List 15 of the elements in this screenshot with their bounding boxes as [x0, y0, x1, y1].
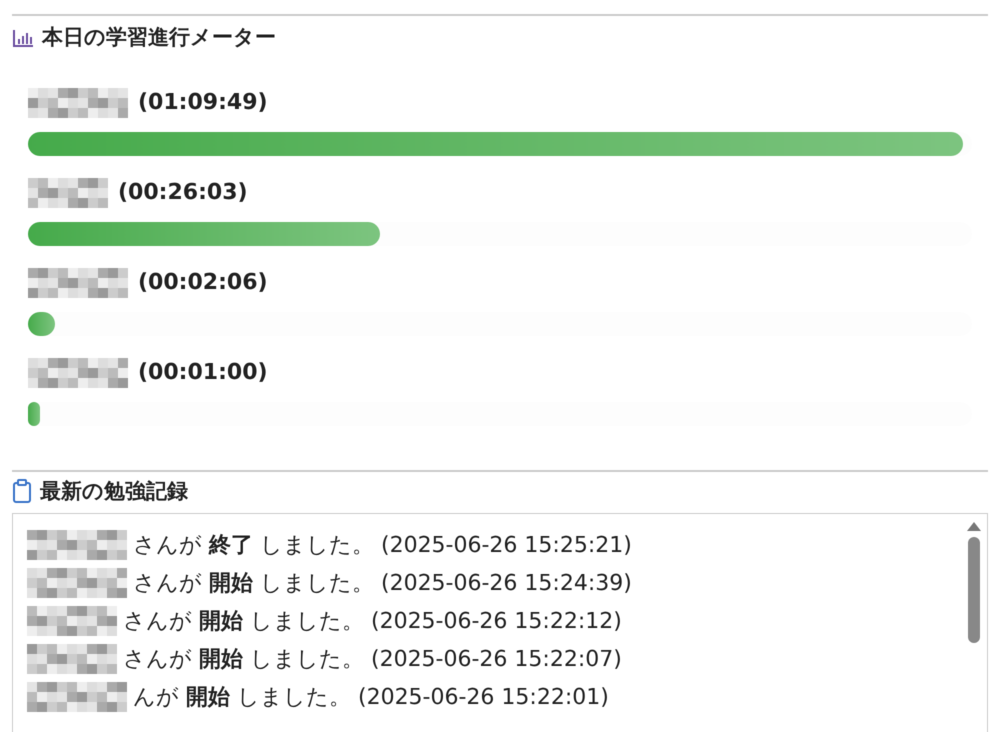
- clipboard-icon: [12, 479, 32, 504]
- elapsed-time: (00:02:06): [138, 269, 268, 297]
- log-entry: んが 開始 しました。 (2025-06-26 15:22:01): [133, 684, 609, 712]
- elapsed-time: (00:01:00): [138, 359, 268, 387]
- log-entry: さんが 開始 しました。 (2025-06-26 15:24:39): [133, 570, 632, 598]
- log-entry: さんが 終了 しました。 (2025-06-26 15:25:21): [133, 532, 632, 560]
- elapsed-time: (01:09:49): [138, 89, 268, 117]
- log-entry: さんが 開始 しました。 (2025-06-26 15:22:07): [123, 646, 622, 674]
- elapsed-time: (00:26:03): [118, 179, 248, 207]
- section-title: 最新の勉強記録: [40, 478, 188, 504]
- scroll-up-icon[interactable]: [967, 522, 981, 531]
- log-entry: さんが 開始 しました。 (2025-06-26 15:22:12): [123, 608, 622, 636]
- scroll-thumb[interactable]: [968, 537, 980, 643]
- bar-chart-icon: [12, 28, 34, 48]
- section-title: 本日の学習進行メーター: [42, 24, 276, 51]
